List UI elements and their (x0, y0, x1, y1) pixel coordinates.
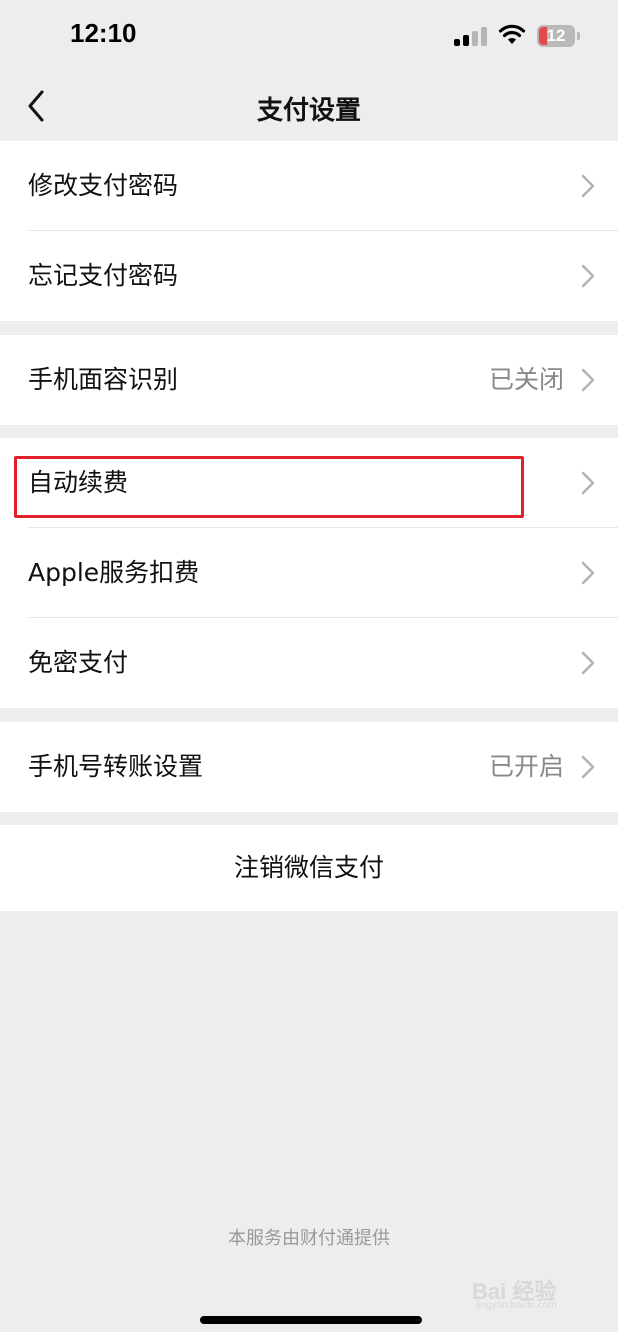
settings-item-face-id[interactable]: 手机面容识别 已关闭 (0, 335, 618, 425)
settings-group-phone-transfer: 手机号转账设置 已开启 (0, 722, 618, 812)
chevron-right-icon (581, 174, 595, 198)
settings-item-phone-transfer[interactable]: 手机号转账设置 已开启 (0, 722, 618, 812)
settings-item-label: Apple服务扣费 (28, 558, 200, 587)
battery-icon: 12 (537, 25, 575, 47)
deactivate-wechat-pay-button[interactable]: 注销微信支付 (0, 825, 618, 911)
settings-group-face-id: 手机面容识别 已关闭 (0, 335, 618, 425)
chevron-right-icon (581, 561, 595, 585)
wifi-icon (498, 24, 526, 44)
nav-bar: 支付设置 (0, 72, 618, 140)
settings-group-deactivate: 注销微信支付 (0, 825, 618, 911)
settings-item-label: 手机号转账设置 (28, 752, 204, 781)
signal-icon (454, 26, 488, 46)
status-bar: 12:10 12 (0, 0, 618, 72)
chevron-right-icon (581, 264, 595, 288)
settings-group-payments: 自动续费 Apple服务扣费 免密支付 (0, 438, 618, 708)
footer-provider-text: 本服务由财付通提供 (228, 1228, 390, 1249)
settings-item-label: 免密支付 (28, 648, 129, 677)
settings-item-value: 已关闭 (488, 365, 564, 394)
battery-level: 12 (546, 26, 566, 45)
settings-item-label: 手机面容识别 (28, 365, 179, 394)
deactivate-label: 注销微信支付 (233, 853, 384, 882)
settings-item-auto-renewal[interactable]: 自动续费 (0, 438, 618, 528)
page-title: 支付设置 (256, 96, 361, 126)
settings-item-forgot-password[interactable]: 忘记支付密码 (0, 231, 618, 321)
baidu-jingyan-watermark: Bai 经验 jingyan.baidu.com (472, 1268, 590, 1318)
chevron-right-icon (581, 755, 595, 779)
settings-item-label: 自动续费 (28, 468, 129, 497)
status-time: 12:10 (70, 18, 137, 48)
settings-item-password-free-pay[interactable]: 免密支付 (0, 618, 618, 708)
settings-item-apple-billing[interactable]: Apple服务扣费 (0, 528, 618, 618)
battery-tip (577, 32, 580, 40)
chevron-right-icon (581, 368, 595, 392)
chevron-right-icon (581, 471, 595, 495)
home-indicator (200, 1316, 422, 1324)
watermark-sub: jingyan.baidu.com (476, 1300, 557, 1311)
settings-group-password: 修改支付密码 忘记支付密码 (0, 141, 618, 321)
settings-item-value: 已开启 (488, 752, 564, 781)
settings-item-change-password[interactable]: 修改支付密码 (0, 141, 618, 231)
settings-item-label: 忘记支付密码 (28, 261, 179, 290)
settings-item-label: 修改支付密码 (28, 171, 179, 200)
chevron-right-icon (581, 651, 595, 675)
